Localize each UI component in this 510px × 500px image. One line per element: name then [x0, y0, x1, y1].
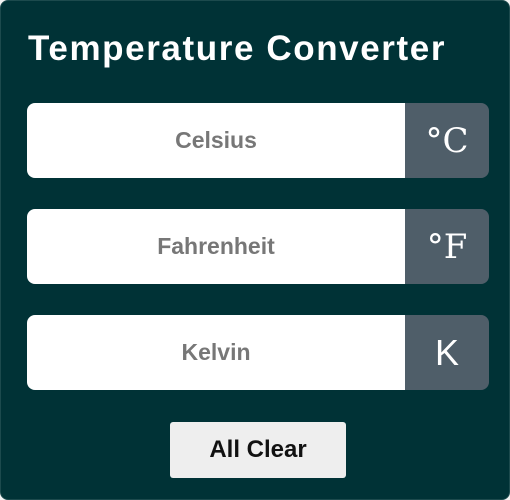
converter-card: Temperature Converter °C °F K All Clear — [0, 0, 510, 500]
all-clear-button[interactable]: All Clear — [170, 422, 346, 478]
kelvin-input[interactable] — [27, 315, 405, 390]
kelvin-unit-label: K — [405, 315, 489, 390]
kelvin-row: K — [27, 315, 489, 390]
celsius-input[interactable] — [27, 103, 405, 178]
app-title: Temperature Converter — [28, 29, 447, 68]
celsius-row: °C — [27, 103, 489, 178]
fahrenheit-unit-label: °F — [405, 209, 489, 284]
fahrenheit-input[interactable] — [27, 209, 405, 284]
fahrenheit-row: °F — [27, 209, 489, 284]
celsius-unit-label: °C — [405, 103, 489, 178]
